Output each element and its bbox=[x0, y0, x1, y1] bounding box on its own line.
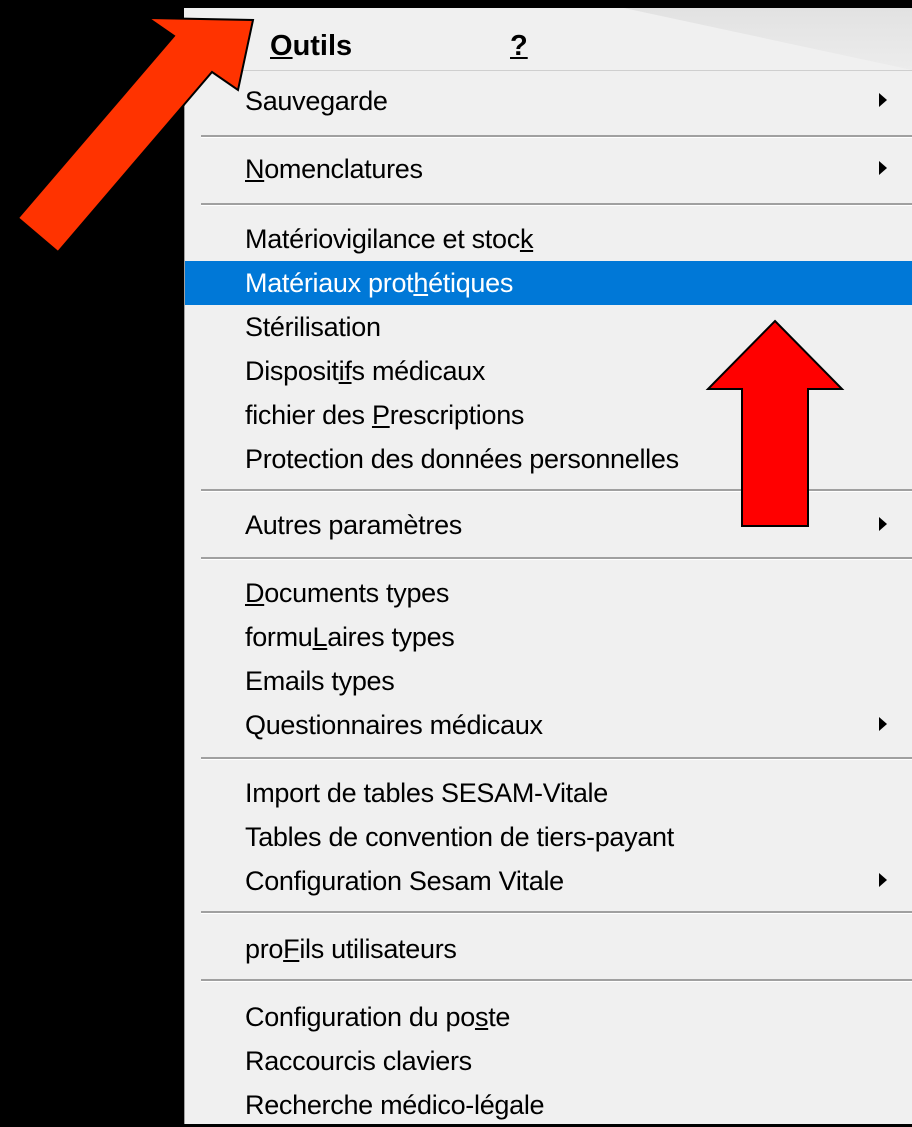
label-part: omenclatures bbox=[264, 154, 423, 184]
menu-item-label: Import de tables SESAM-Vitale bbox=[245, 778, 608, 809]
label-part: Matériaux prot bbox=[245, 268, 414, 298]
menu-item-label: Documents types bbox=[245, 578, 449, 609]
submenu-arrow-icon bbox=[879, 161, 887, 175]
label-part: Sauve bbox=[245, 86, 321, 116]
menu-item-sauvegarde[interactable]: Sauvegarde bbox=[185, 79, 912, 123]
label-part: ils utilisateurs bbox=[299, 934, 457, 964]
label-part: Disposit bbox=[245, 356, 339, 386]
menu-item-materiovigilance[interactable]: Matériovigilance et stock bbox=[185, 217, 912, 261]
menu-item-label: Protection des données personnelles bbox=[245, 444, 679, 475]
menu-item-emails-types[interactable]: Emails types bbox=[185, 659, 912, 703]
menu-item-documents-types[interactable]: Documents types bbox=[185, 571, 912, 615]
menu-item-raccourcis-claviers[interactable]: Raccourcis claviers bbox=[185, 1039, 912, 1083]
label-part: Autres paramètres bbox=[245, 510, 462, 540]
menu-item-tables-convention[interactable]: Tables de convention de tiers-payant bbox=[185, 815, 912, 859]
menu-bar-shade bbox=[624, 8, 912, 70]
label-mnemonic: s bbox=[474, 1002, 489, 1032]
submenu-arrow-icon bbox=[879, 517, 887, 531]
label-part: Matériovigilance et stoc bbox=[245, 224, 520, 254]
menu-outils-post: utils bbox=[292, 30, 353, 62]
label-mnemonic: if bbox=[338, 356, 352, 386]
label-mnemonic: P bbox=[371, 400, 390, 430]
label-part: Questionnaires médicaux bbox=[245, 710, 543, 740]
label-part: rescriptions bbox=[389, 400, 525, 430]
label-part: Protection des données personnelles bbox=[245, 444, 679, 474]
label-part: Import de tables SESAM-Vitale bbox=[245, 778, 608, 808]
menu-separator bbox=[201, 135, 912, 138]
menu-item-configuration-poste[interactable]: Configuration du poste bbox=[185, 995, 912, 1039]
menu-item-autres-parametres[interactable]: Autres paramètres bbox=[185, 503, 912, 547]
menu-outils[interactable]: Outils bbox=[270, 30, 352, 63]
menu-item-label: Tables de convention de tiers-payant bbox=[245, 822, 674, 853]
menu-outils-mnemonic: O bbox=[270, 30, 293, 62]
label-part: formu bbox=[245, 622, 313, 652]
label-part: te bbox=[488, 1002, 511, 1032]
label-mnemonic: k bbox=[519, 224, 534, 254]
outils-dropdown-menu: Sauvegarde Nomenclatures Matériovigilanc… bbox=[184, 70, 912, 1124]
menu-separator bbox=[201, 489, 912, 492]
label-part: Raccourcis claviers bbox=[245, 1046, 472, 1076]
label-mnemonic: N bbox=[245, 154, 265, 184]
menu-item-label: Autres paramètres bbox=[245, 510, 462, 541]
menu-separator bbox=[201, 911, 912, 914]
label-part: Tables de convention de tiers-payant bbox=[245, 822, 674, 852]
menu-item-label: Configuration Sesam Vitale bbox=[245, 866, 564, 897]
label-part: ocuments types bbox=[264, 578, 450, 608]
label-part: pro bbox=[245, 934, 284, 964]
label-part: Configuration Sesam Vitale bbox=[245, 866, 564, 896]
menu-separator bbox=[201, 979, 912, 982]
menu-item-label: Dispositifs médicaux bbox=[245, 356, 485, 387]
label-part: aires types bbox=[327, 622, 455, 652]
label-part: Stérilisation bbox=[245, 312, 381, 342]
submenu-arrow-icon bbox=[879, 873, 887, 887]
menu-item-label: Stérilisation bbox=[245, 312, 381, 343]
menu-item-label: Matériaux prothétiques bbox=[245, 268, 513, 299]
label-part: fichier des bbox=[245, 400, 372, 430]
menu-bar: Outils ? bbox=[184, 0, 912, 70]
menu-item-nomenclatures[interactable]: Nomenclatures bbox=[185, 147, 912, 191]
label-part: s médicaux bbox=[351, 356, 486, 386]
label-mnemonic: D bbox=[245, 578, 265, 608]
menu-item-recherche-medico-legale[interactable]: Recherche médico-légale bbox=[185, 1083, 912, 1127]
submenu-arrow-icon bbox=[879, 93, 887, 107]
menu-item-label: Matériovigilance et stock bbox=[245, 224, 533, 255]
label-mnemonic: g bbox=[320, 86, 335, 116]
label-part: étiques bbox=[428, 268, 514, 298]
menu-item-label: Nomenclatures bbox=[245, 154, 423, 185]
label-part: Configuration du po bbox=[245, 1002, 475, 1032]
menu-separator bbox=[201, 557, 912, 560]
menu-item-label: Sauvegarde bbox=[245, 86, 388, 117]
label-part: Recherche médico-légale bbox=[245, 1090, 545, 1120]
label-mnemonic: L bbox=[312, 622, 328, 652]
menu-item-label: formuLaires types bbox=[245, 622, 455, 653]
menu-item-fichier-prescriptions[interactable]: fichier des Prescriptions bbox=[185, 393, 912, 437]
menu-item-label: fichier des Prescriptions bbox=[245, 400, 524, 431]
menu-item-questionnaires-medicaux[interactable]: Questionnaires médicaux bbox=[185, 703, 912, 747]
menu-item-formulaires-types[interactable]: formuLaires types bbox=[185, 615, 912, 659]
label-mnemonic: h bbox=[413, 268, 429, 298]
menu-help[interactable]: ? bbox=[510, 30, 528, 63]
menu-item-materiaux-prothetiques[interactable]: Matériaux prothétiques bbox=[185, 261, 912, 305]
menu-item-configuration-sesam-vitale[interactable]: Configuration Sesam Vitale bbox=[185, 859, 912, 903]
menu-help-mnemonic: ? bbox=[510, 30, 528, 62]
menu-item-label: proFils utilisateurs bbox=[245, 934, 457, 965]
menu-item-profils-utilisateurs[interactable]: proFils utilisateurs bbox=[185, 927, 912, 971]
label-part: arde bbox=[334, 86, 388, 116]
menu-item-sterilisation[interactable]: Stérilisation bbox=[185, 305, 912, 349]
label-part: Emails types bbox=[245, 666, 395, 696]
submenu-arrow-icon bbox=[879, 717, 887, 731]
menu-separator bbox=[201, 203, 912, 206]
menu-item-import-sesam-vitale[interactable]: Import de tables SESAM-Vitale bbox=[185, 771, 912, 815]
menu-item-dispositifs-medicaux[interactable]: Dispositifs médicaux bbox=[185, 349, 912, 393]
label-mnemonic: F bbox=[283, 934, 300, 964]
menu-item-label: Emails types bbox=[245, 666, 395, 697]
menu-item-label: Raccourcis claviers bbox=[245, 1046, 472, 1077]
menu-separator bbox=[201, 757, 912, 760]
menu-item-label: Recherche médico-légale bbox=[245, 1090, 545, 1121]
menu-item-label: Configuration du poste bbox=[245, 1002, 510, 1033]
menu-item-protection-donnees[interactable]: Protection des données personnelles bbox=[185, 437, 912, 481]
menu-item-label: Questionnaires médicaux bbox=[245, 710, 543, 741]
